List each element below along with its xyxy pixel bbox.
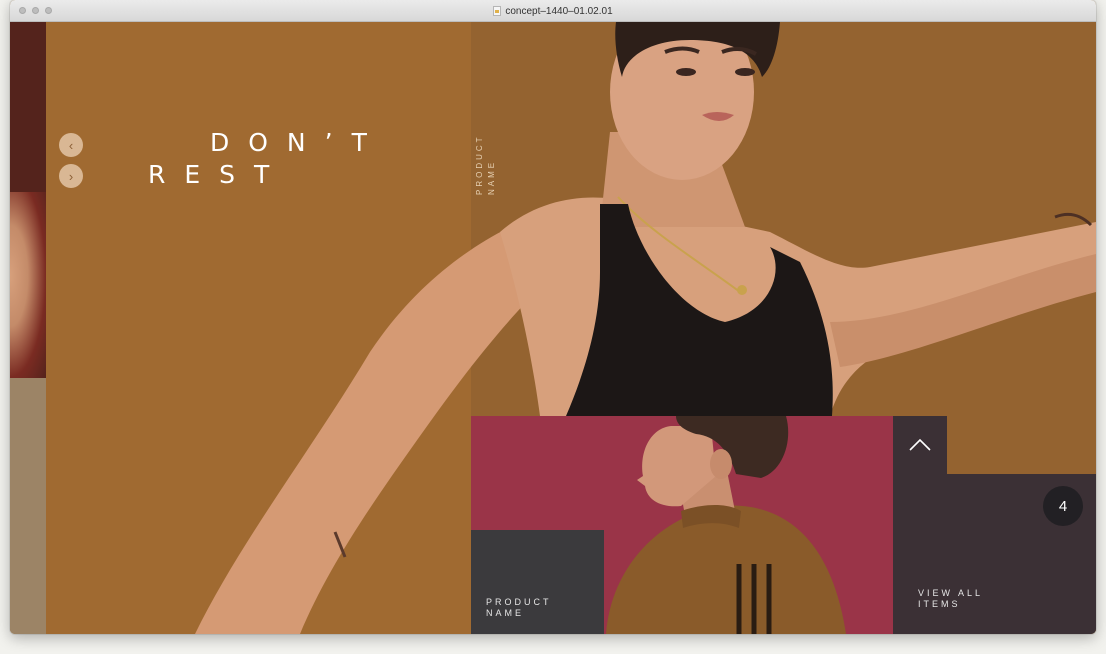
vertical-product-label-line1: PRODUCT xyxy=(475,134,484,195)
view-all-line2: ITEMS xyxy=(918,599,961,609)
chevron-left-icon: ‹ xyxy=(68,137,74,153)
next-slide-button[interactable]: › xyxy=(59,164,83,188)
chevron-right-icon: › xyxy=(68,168,74,184)
view-all-items-link[interactable]: VIEW ALL ITEMS xyxy=(918,588,983,610)
item-count-badge: 4 xyxy=(1043,486,1083,526)
window-title: concept–1440–01.02.01 xyxy=(505,5,613,17)
previous-slide-button[interactable]: ‹ xyxy=(59,133,83,157)
vertical-product-label-line2: NAME xyxy=(487,159,496,195)
scroll-up-button[interactable] xyxy=(893,416,947,474)
view-all-line1: VIEW ALL xyxy=(918,588,984,598)
product-card-label[interactable]: PRODUCT NAME xyxy=(486,597,552,619)
document-icon xyxy=(493,6,502,16)
window-title-area: concept–1440–01.02.01 xyxy=(10,0,1096,22)
vertical-product-label[interactable]: PRODUCT NAME xyxy=(474,134,498,195)
product-card-label-line2: NAME xyxy=(486,608,525,618)
browser-window: concept–1440–01.02.01 DON’T REST ‹ › PRO… xyxy=(10,0,1096,634)
chevron-up-icon xyxy=(909,438,931,451)
page-content: DON’T REST ‹ › PRODUCT NAME PRODUCT NAME… xyxy=(10,22,1096,634)
product-card-label-line1: PRODUCT xyxy=(486,597,552,607)
headline-line-1: DON’T xyxy=(210,128,386,157)
title-bar: concept–1440–01.02.01 xyxy=(10,0,1096,22)
headline-line-2: REST xyxy=(148,160,289,189)
